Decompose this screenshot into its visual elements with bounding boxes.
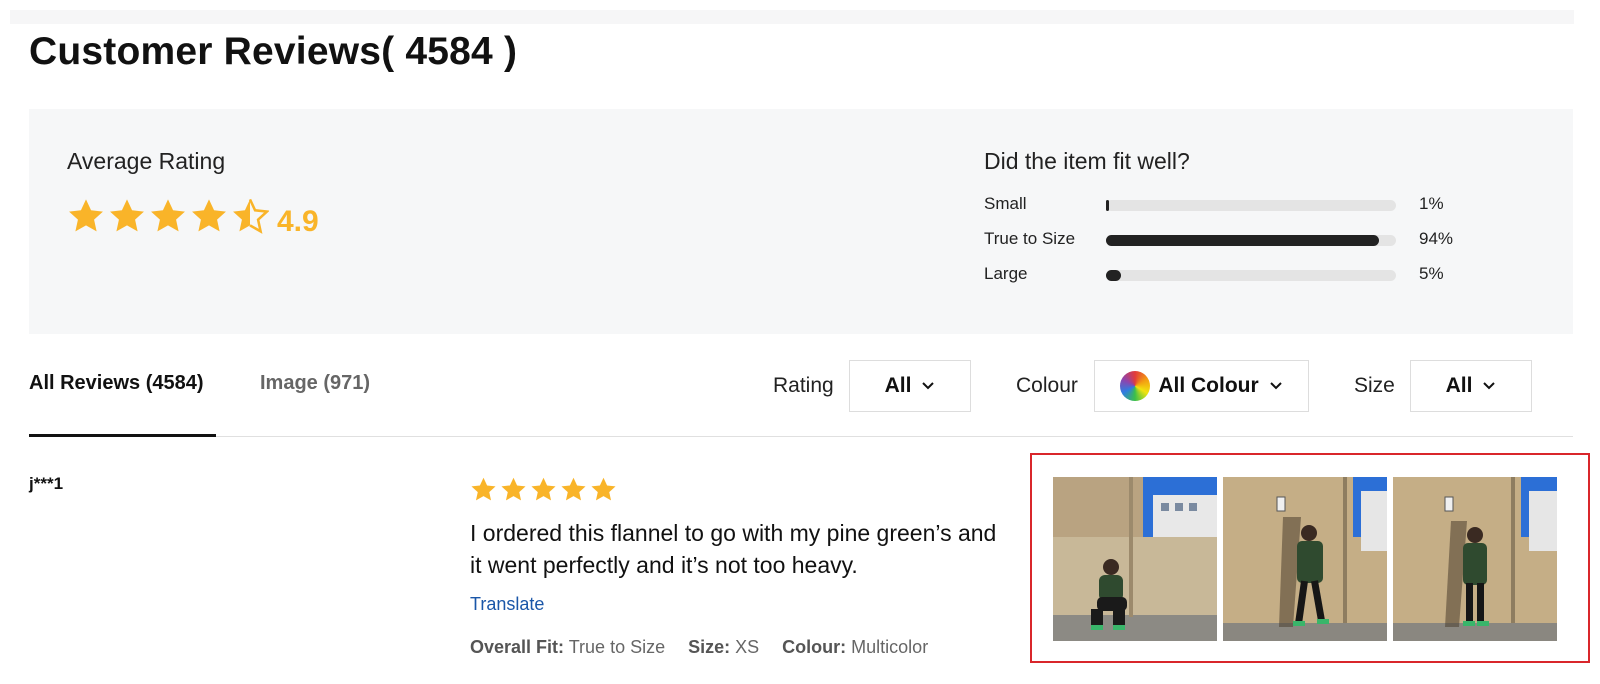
star-half-icon <box>233 198 269 234</box>
fit-label: Large <box>984 264 1028 283</box>
review-meta: Overall Fit: True to Size Size: XS Colou… <box>470 637 928 658</box>
reviewer-name: j***1 <box>29 474 64 493</box>
review-photos-highlight <box>1030 453 1590 663</box>
rating-filter-dropdown[interactable]: All <box>849 360 971 412</box>
size-value: XS <box>735 637 760 657</box>
colour-filter-dropdown[interactable]: All Colour <box>1094 360 1309 412</box>
overall-fit-value: True to Size <box>568 637 666 657</box>
average-rating-stars <box>67 197 272 235</box>
star-icon <box>561 477 586 501</box>
star-icon <box>69 199 103 232</box>
size-filter-label: Size <box>1354 374 1395 397</box>
top-band <box>10 10 1574 24</box>
chevron-down-icon <box>1482 381 1496 391</box>
average-rating-value: 4.9 <box>277 205 319 238</box>
star-icon <box>591 477 616 501</box>
fit-label: Small <box>984 194 1027 213</box>
size-key: Size: <box>688 637 731 657</box>
star-icon <box>531 477 556 501</box>
fit-bar-track <box>1106 200 1396 211</box>
overall-fit-key: Overall Fit: <box>470 637 565 657</box>
fit-bar-track <box>1106 235 1396 246</box>
colour-filter-value: All Colour <box>1158 374 1259 397</box>
chevron-down-icon <box>921 381 935 391</box>
review-photo[interactable] <box>1393 477 1557 641</box>
chevron-down-icon <box>1269 381 1283 391</box>
size-filter-value: All <box>1445 374 1473 397</box>
review-photo[interactable] <box>1053 477 1217 641</box>
colour-filter-label: Colour <box>1016 374 1078 397</box>
size-filter-dropdown[interactable]: All <box>1410 360 1532 412</box>
fit-percent: 94% <box>1419 229 1454 248</box>
fit-bar-fill <box>1106 235 1379 246</box>
colour-key: Colour: <box>782 637 847 657</box>
review-photo[interactable] <box>1223 477 1387 641</box>
star-icon <box>110 199 144 232</box>
rating-filter-label: Rating <box>773 374 834 397</box>
fit-bar-track <box>1106 270 1396 281</box>
rating-summary-panel: Average Rating 4.9 Did the item fit well… <box>29 109 1573 334</box>
tab-image-reviews[interactable]: Image (971) <box>260 372 370 395</box>
fit-row: True to Size 94% <box>984 227 1484 251</box>
tab-all-reviews[interactable]: All Reviews (4584) <box>29 372 204 395</box>
fit-question: Did the item fit well? <box>984 148 1190 174</box>
star-icon <box>501 477 526 501</box>
review-stars <box>470 476 620 503</box>
colour-value: Multicolor <box>851 637 929 657</box>
tabs-divider <box>29 436 1573 437</box>
star-icon <box>151 199 185 232</box>
fit-percent: 1% <box>1419 194 1444 213</box>
average-rating-label: Average Rating <box>67 148 226 174</box>
fit-bar-fill <box>1106 270 1121 281</box>
active-tab-indicator <box>29 434 216 437</box>
star-icon <box>471 477 496 501</box>
page-title: Customer Reviews( 4584 ) <box>29 30 518 73</box>
fit-percent: 5% <box>1419 264 1444 283</box>
fit-bar-fill <box>1106 200 1109 211</box>
fit-row: Large 5% <box>984 262 1484 286</box>
fit-label: True to Size <box>984 229 1076 248</box>
rating-filter-value: All <box>884 374 912 397</box>
review-text: I ordered this flannel to go with my pin… <box>470 520 997 578</box>
translate-link[interactable]: Translate <box>470 594 544 615</box>
multicolor-swatch-icon <box>1120 371 1151 401</box>
star-icon <box>192 199 226 232</box>
fit-row: Small 1% <box>984 192 1484 216</box>
